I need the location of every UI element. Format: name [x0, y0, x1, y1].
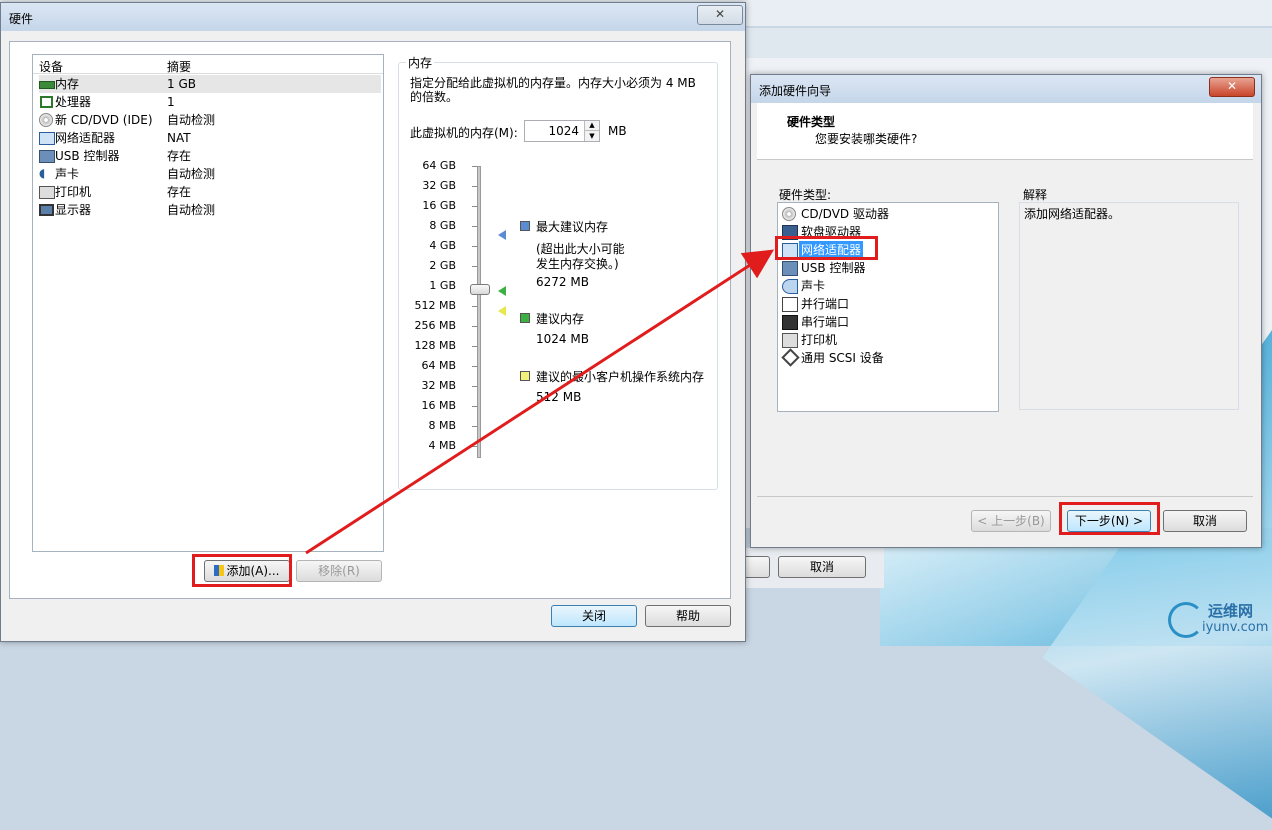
watermark-logo-icon: [1168, 602, 1204, 638]
watermark: 运维网 iyunv.com: [1168, 598, 1268, 642]
watermark-text-bottom: iyunv.com: [1202, 620, 1269, 635]
watermark-text-top: 运维网: [1208, 602, 1254, 620]
annotation-arrow-line: [305, 249, 775, 555]
annotation-arrow: [305, 249, 775, 555]
